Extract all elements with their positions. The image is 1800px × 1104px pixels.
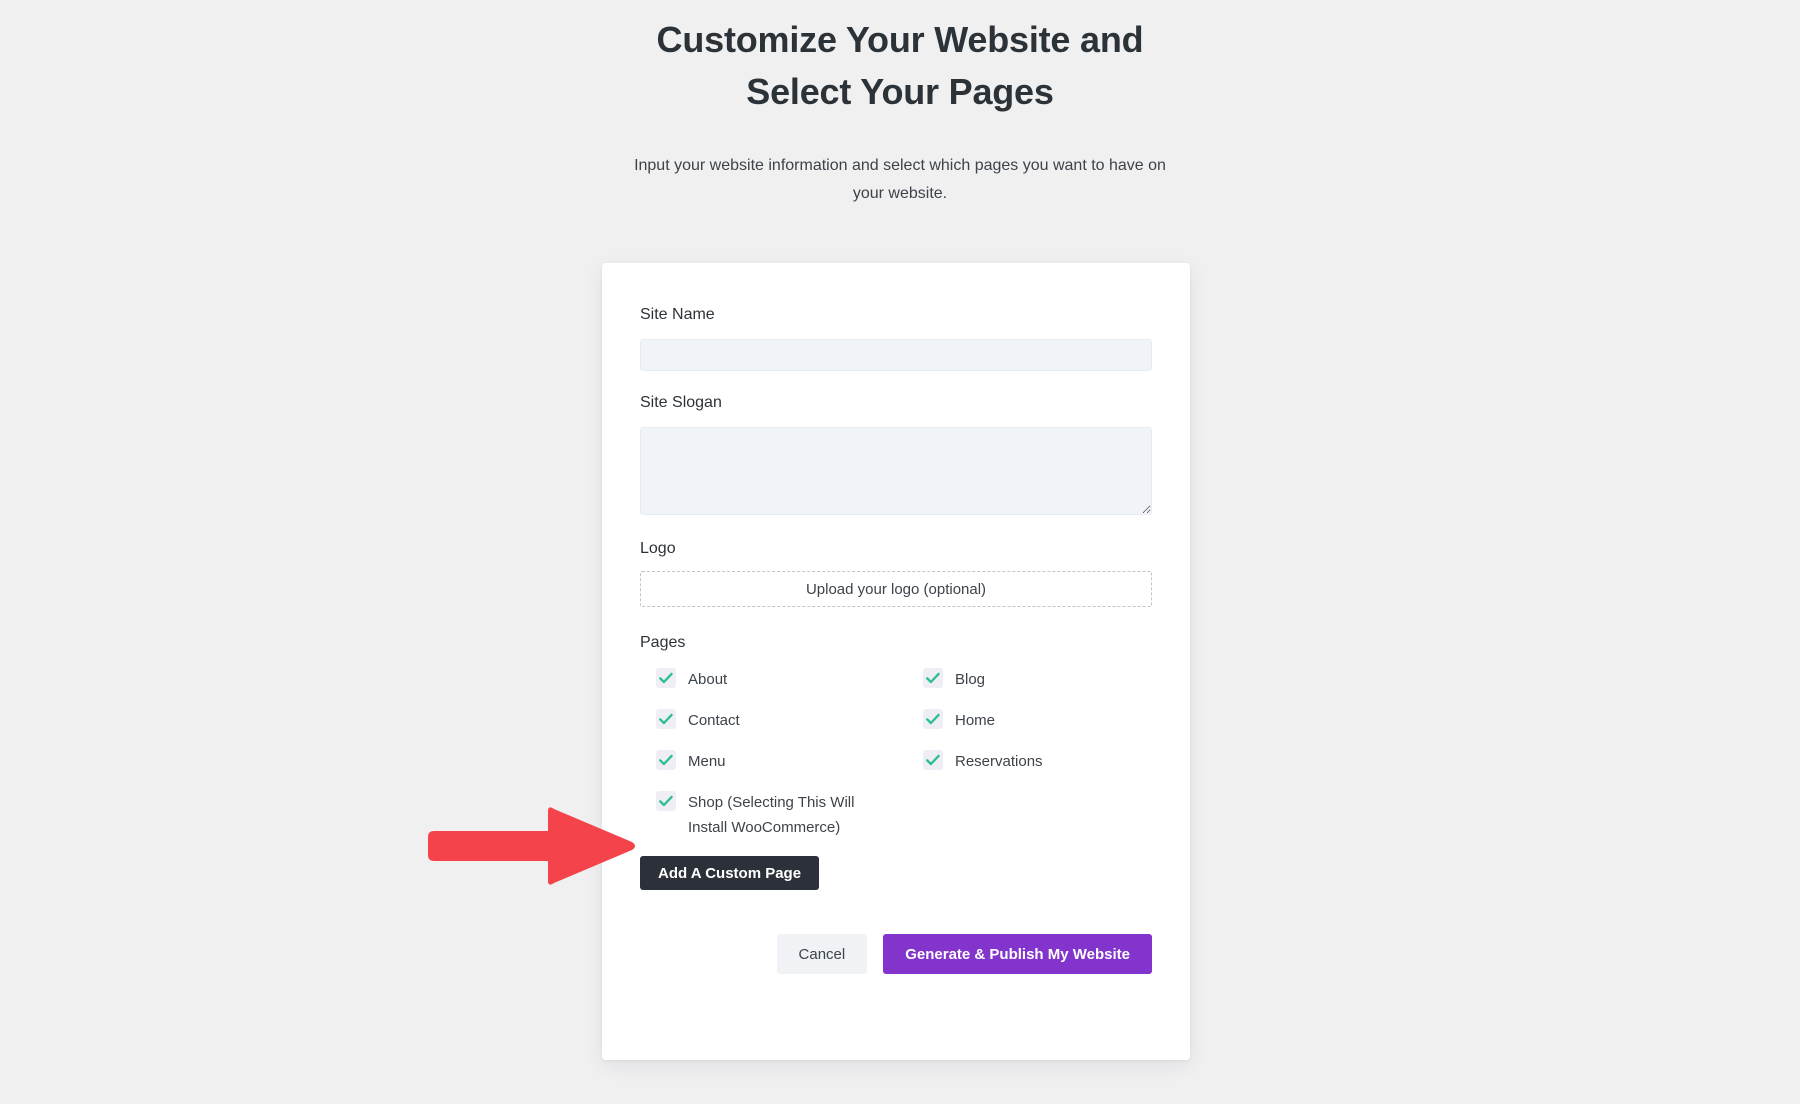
generate-publish-button[interactable]: Generate & Publish My Website [883, 934, 1152, 974]
logo-label: Logo [640, 540, 676, 557]
page-option-label: Menu [688, 753, 726, 770]
page-subtitle: Input your website information and selec… [634, 157, 1166, 202]
page-option-label: Shop (Selecting This Will Install WooCom… [688, 794, 855, 836]
page-option-contact[interactable]: Contact [656, 708, 923, 749]
wizard-page: Customize Your Website and Select Your P… [0, 0, 1800, 1104]
page-option-label: About [688, 671, 728, 688]
logo-field-group: Logo Upload your logo (optional) [640, 539, 1152, 607]
logo-upload-text: Upload your logo (optional) [805, 580, 987, 598]
checkmark-icon [923, 709, 943, 729]
page-option-home[interactable]: Home [923, 708, 1190, 749]
page-title: Customize Your Website and Select Your P… [656, 19, 1144, 112]
page-option-label: Reservations [955, 753, 1043, 770]
page-option-shop[interactable]: Shop (Selecting This Will Install WooCom… [656, 790, 923, 840]
page-option-label: Home [955, 712, 996, 729]
page-option-about[interactable]: About [656, 667, 923, 708]
page-option-blog[interactable]: Blog [923, 667, 1190, 708]
page-option-reservations[interactable]: Reservations [923, 749, 1190, 790]
pages-checkbox-grid: About Blog Contact Home Menu Reservation… [640, 667, 1152, 840]
checkmark-icon [656, 750, 676, 770]
page-header: Customize Your Website and Select Your P… [620, 0, 1180, 208]
logo-upload-dropzone[interactable]: Upload your logo (optional) [640, 571, 1152, 607]
settings-card-wrapper: Site Name Site Slogan Logo Upload your l… [602, 263, 1190, 1060]
pages-label: Pages [640, 634, 686, 651]
cancel-button[interactable]: Cancel [776, 934, 868, 974]
settings-card: Site Name Site Slogan Logo Upload your l… [602, 263, 1190, 1060]
pages-field-group: Pages About Blog Contact Home Menu Reser… [640, 633, 1152, 890]
add-custom-page-button[interactable]: Add A Custom Page [640, 856, 820, 890]
checkmark-icon [656, 709, 676, 729]
checkmark-icon [923, 750, 943, 770]
checkmark-icon [656, 668, 676, 688]
checkmark-icon [656, 791, 676, 811]
site-slogan-textarea[interactable] [640, 427, 1152, 515]
checkmark-icon [923, 668, 943, 688]
page-option-label: Blog [955, 671, 986, 688]
site-slogan-field-group: Site Slogan [640, 393, 1152, 515]
card-footer-actions: Cancel Generate & Publish My Website [640, 934, 1152, 974]
site-name-input[interactable] [640, 339, 1152, 371]
page-option-label: Contact [688, 712, 740, 729]
site-slogan-label: Site Slogan [640, 394, 722, 411]
site-name-field-group: Site Name [640, 305, 1152, 371]
site-name-label: Site Name [640, 306, 715, 323]
page-option-menu[interactable]: Menu [656, 749, 923, 790]
